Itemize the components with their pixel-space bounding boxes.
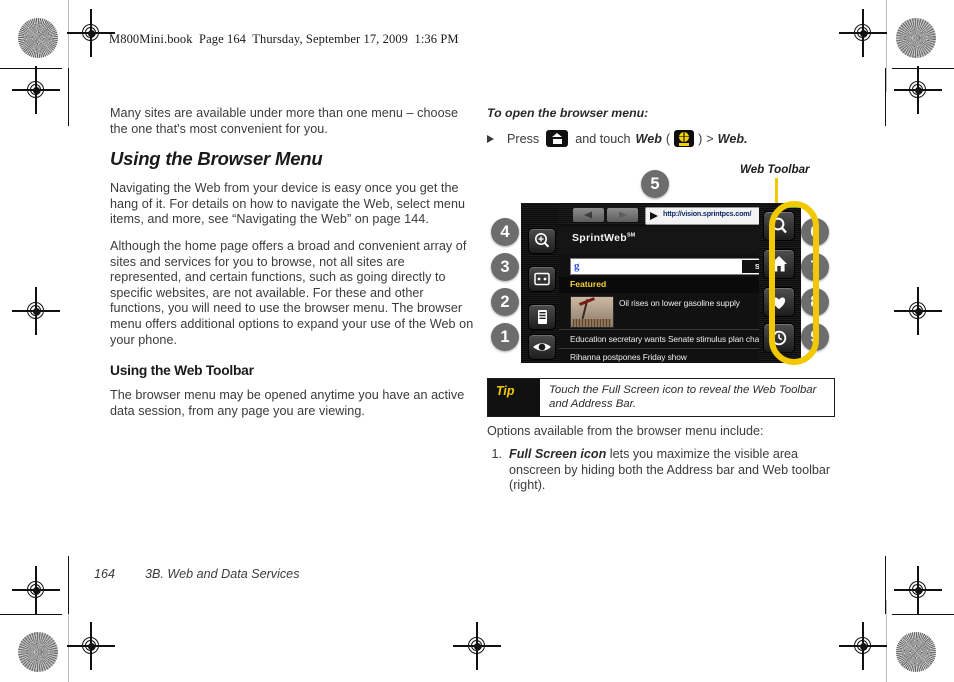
registration-mark-top-right-inner [894, 66, 942, 114]
crop-line-top-left [0, 68, 62, 70]
registration-mark-bottom-left-inner [12, 566, 60, 614]
running-head: M800Mini.book Page 164 Thursday, Septemb… [109, 32, 459, 46]
registration-mark-mid-left [12, 287, 60, 335]
footer-page-number: 164 [94, 567, 116, 581]
page-view-icon[interactable] [528, 304, 556, 330]
registration-mark-top-left-outer [67, 9, 115, 57]
list-item-emphasis: Full Screen icon [509, 447, 607, 461]
crop-line-bottom-left [0, 614, 62, 616]
web-toolbar-highlight-ring [769, 201, 819, 365]
tip-label: Tip [488, 379, 540, 416]
eye-glyph [533, 343, 551, 351]
section-heading: Using the Browser Menu [110, 148, 323, 170]
story-headline-3[interactable]: Rihanna postpones Friday show [570, 352, 687, 362]
featured-label: Featured [570, 279, 607, 289]
back-button[interactable] [573, 208, 604, 222]
page-footer: 164 3B. Web and Data Services [94, 567, 300, 581]
callout-4: 4 [491, 218, 519, 246]
home-icon [546, 130, 569, 147]
options-intro-text: Options available from the browser menu … [487, 424, 764, 438]
body-paragraph-2: Although the home page offers a broad an… [110, 238, 474, 347]
step-web-italic: Web [635, 131, 662, 146]
step-paren-open: ( [665, 131, 671, 146]
print-star-target-top-left [18, 18, 58, 58]
tip-box: Tip Touch the Full Screen icon to reveal… [487, 378, 835, 417]
registration-mark-bottom-center [453, 622, 501, 670]
crop-line-left-top [68, 68, 70, 126]
window-view-glyph [534, 272, 550, 286]
forward-button[interactable] [607, 208, 638, 222]
body-paragraph-3: The browser menu may be opened anytime y… [110, 388, 465, 418]
story-headline-2[interactable]: Education secretary wants Senate stimulu… [570, 334, 777, 344]
page-view-glyph [538, 310, 547, 324]
registration-mark-top-left-inner [12, 66, 60, 114]
story-thumbnail-oil-derrick [570, 296, 614, 328]
crop-line-bottom-right [892, 614, 954, 616]
eye-icon[interactable] [528, 334, 556, 360]
crop-line-right-bottom [885, 556, 887, 614]
tip-text: Touch the Full Screen icon to reveal the… [549, 384, 817, 410]
options-list: 1. Full Screen icon lets you maximize th… [487, 447, 837, 494]
zoom-in-icon[interactable] [528, 228, 556, 254]
registration-mark-bottom-left-outer [67, 622, 115, 670]
callout-2: 2 [491, 288, 519, 316]
callout-3: 3 [491, 253, 519, 281]
print-star-target-bottom-left [18, 632, 58, 672]
intro-paragraph: Many sites are available under more than… [110, 106, 459, 136]
print-star-target-bottom-right [896, 632, 936, 672]
browser-menu-figure: Web Toolbar 5 4 3 2 1 6 7 8 9 http://vis… [487, 150, 837, 375]
go-arrow-icon [650, 211, 658, 220]
step-word-press: Press [507, 131, 540, 146]
url-input[interactable]: http://vision.sprintpcs.com/ [645, 207, 775, 225]
phone-browser-screenshot: http://vision.sprintpcs.com/ ↻ SprintWeb… [521, 203, 801, 363]
callout-1: 1 [491, 323, 519, 351]
lead-in-text: To open the browser menu: [487, 106, 649, 120]
print-star-target-top-right [896, 18, 936, 58]
crop-line-left-bottom [68, 556, 70, 614]
subsection-heading: Using the Web Toolbar [110, 363, 254, 379]
back-arrow-icon [584, 211, 592, 219]
forward-arrow-icon [619, 211, 627, 219]
left-column: Many sites are available under more than… [110, 106, 475, 430]
step-word-and-touch: and touch [575, 131, 631, 146]
brand-label: SprintWeb [572, 232, 628, 244]
crop-line-right-top [885, 68, 887, 126]
url-text: http://vision.sprintpcs.com/ [663, 209, 752, 218]
step-separator: > [706, 131, 714, 146]
step-paren-close: ) [698, 131, 703, 146]
web-globe-icon [674, 130, 695, 147]
footer-chapter-title: 3B. Web and Data Services [145, 567, 300, 581]
callout-5: 5 [641, 170, 669, 198]
bullet-triangle-icon [487, 134, 494, 143]
step-web-end: Web. [717, 131, 748, 146]
crop-line-top-right [892, 68, 954, 70]
registration-mark-top-right-outer [839, 9, 887, 57]
list-item-number: 1. [491, 447, 502, 461]
body-paragraph-1: Navigating the Web from your device is e… [110, 181, 466, 227]
story-headline-1: Oil rises on lower gasoline supply [619, 298, 740, 308]
step-instruction: Press and touch Web ( ) > Web. [487, 130, 837, 147]
google-logo-icon: g [574, 260, 580, 272]
brand-name: SprintWebSM [572, 232, 635, 244]
window-view-icon[interactable] [528, 266, 556, 292]
page-canvas: M800Mini.book Page 164 Thursday, Septemb… [0, 0, 954, 682]
brand-trademark: SM [627, 232, 636, 239]
list-item-body: Full Screen icon lets you maximize the v… [509, 447, 837, 494]
registration-mark-mid-right [894, 287, 942, 335]
list-item: 1. Full Screen icon lets you maximize th… [487, 447, 837, 494]
zoom-in-glyph [535, 233, 550, 248]
right-column: To open the browser menu: Press and touc… [487, 106, 837, 155]
registration-mark-bottom-right-outer [839, 622, 887, 670]
registration-mark-bottom-right-inner [894, 566, 942, 614]
web-toolbar-annotation-label: Web Toolbar [740, 163, 810, 176]
